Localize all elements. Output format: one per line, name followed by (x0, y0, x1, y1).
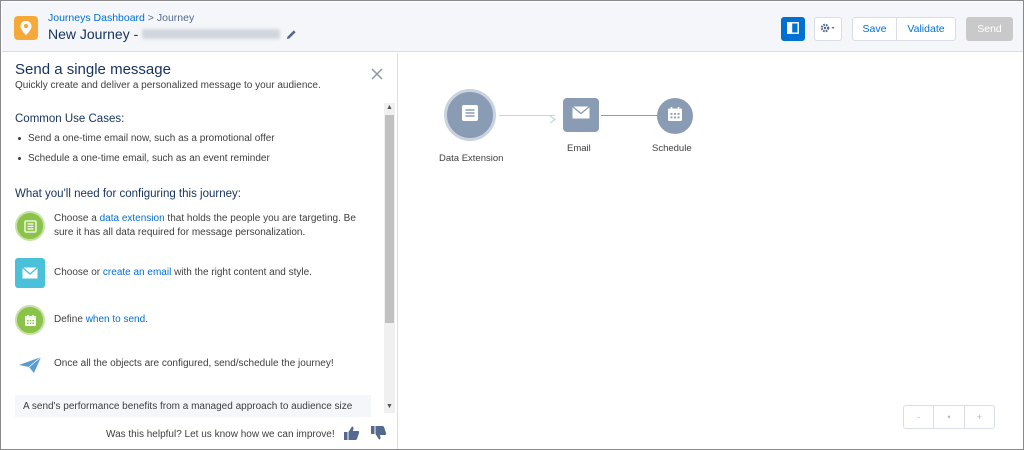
gear-icon (819, 22, 837, 37)
breadcrumb: Journeys Dashboard > Journey (48, 12, 194, 24)
zoom-controls: - • + (903, 405, 995, 429)
schedule-node[interactable] (657, 98, 693, 134)
calendar-step-icon (15, 305, 45, 335)
edit-pencil-icon[interactable] (286, 29, 297, 40)
settings-menu-button[interactable] (814, 17, 842, 41)
journey-title-text: New Journey - (48, 26, 139, 42)
create-email-link[interactable]: create an email (103, 267, 171, 278)
email-step-icon (15, 258, 45, 288)
when-to-send-link[interactable]: when to send (86, 314, 146, 325)
data-extension-icon (461, 104, 479, 127)
calendar-icon (667, 106, 683, 127)
thumbs-up-icon[interactable] (343, 425, 360, 446)
panel-subtitle: Quickly create and deliver a personalize… (15, 80, 321, 91)
toggle-panel-button[interactable] (781, 17, 805, 41)
email-envelope-icon (572, 105, 590, 124)
use-case-item: Schedule a one-time email, such as an ev… (18, 153, 270, 164)
config-heading: What you'll need for configuring this jo… (15, 188, 241, 200)
step-data-extension: Choose a data extension that holds the p… (54, 213, 356, 238)
validate-button[interactable]: Validate (896, 17, 956, 41)
journey-canvas[interactable]: Data Extension Email Schedule - • + (399, 53, 1023, 449)
app-frame: Journeys Dashboard > Journey New Journey… (0, 0, 1024, 450)
thumbs-down-icon[interactable] (370, 425, 387, 446)
redacted-journey-name (142, 29, 281, 39)
connector-line (499, 115, 555, 116)
panel-title: Send a single message (15, 61, 171, 78)
data-extension-step-icon (15, 211, 45, 241)
breadcrumb-dashboard-link[interactable]: Journeys Dashboard (48, 12, 145, 24)
close-icon[interactable] (370, 67, 384, 81)
zoom-in-button[interactable]: + (965, 406, 994, 428)
data-extension-node[interactable] (444, 89, 496, 141)
connector-line (601, 115, 657, 116)
breadcrumb-current: Journey (156, 12, 195, 24)
step-send: Once all the objects are configured, sen… (54, 358, 334, 369)
zoom-out-button[interactable]: - (904, 406, 935, 428)
data-extension-node-label: Data Extension (439, 153, 504, 164)
zoom-fit-button[interactable]: • (934, 406, 965, 428)
email-node[interactable] (563, 98, 599, 132)
feedback-prompt: Was this helpful? Let us know how we can… (106, 429, 335, 440)
use-case-item: Send a one-time email now, such as a pro… (18, 133, 275, 144)
schedule-node-label: Schedule (652, 143, 692, 154)
save-button[interactable]: Save (852, 17, 897, 41)
scroll-up-arrow-icon[interactable]: ▲ (386, 104, 393, 111)
step-schedule: Define when to send. (54, 314, 148, 325)
panel-scrollbar-thumb[interactable] (385, 115, 394, 323)
send-button[interactable]: Send (966, 17, 1013, 41)
journey-header: Journeys Dashboard > Journey New Journey… (2, 2, 1023, 52)
breadcrumb-separator: > (144, 12, 157, 24)
journey-title: New Journey - (48, 26, 297, 42)
scroll-down-arrow-icon[interactable]: ▼ (386, 403, 393, 410)
panel-layout-icon (787, 21, 799, 37)
performance-note: A send's performance benefits from a man… (15, 395, 371, 417)
paper-plane-icon (15, 350, 45, 380)
guidance-panel: Send a single message Quickly create and… (2, 53, 398, 449)
connector-arrow-icon (549, 111, 557, 129)
use-cases-heading: Common Use Cases: (15, 113, 125, 125)
journey-app-icon (14, 16, 38, 40)
email-node-label: Email (567, 143, 591, 154)
step-email: Choose or create an email with the right… (54, 267, 312, 278)
data-extension-link[interactable]: data extension (100, 213, 165, 224)
